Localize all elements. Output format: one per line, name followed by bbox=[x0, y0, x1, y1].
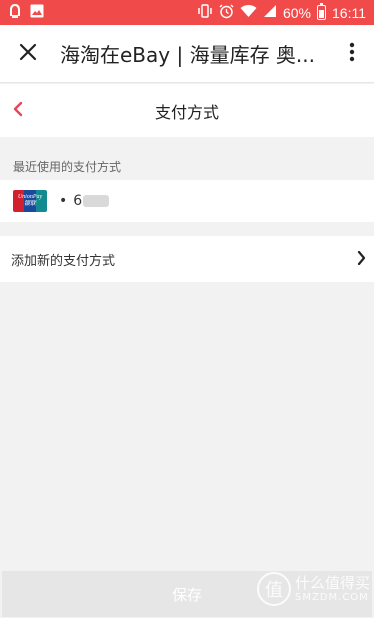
back-button[interactable] bbox=[0, 84, 36, 137]
watermark-text: 什么值得买 SMZDM.COM bbox=[295, 574, 370, 604]
vibrate-icon bbox=[197, 4, 213, 21]
alarm-icon bbox=[219, 3, 234, 22]
watermark-line1: 什么值得买 bbox=[294, 574, 370, 592]
status-left bbox=[8, 3, 44, 22]
status-bar: 60% 16:11 bbox=[0, 0, 374, 25]
close-button[interactable] bbox=[0, 25, 56, 83]
more-options-button[interactable] bbox=[330, 25, 374, 83]
app-notification-icon bbox=[8, 3, 22, 22]
status-right: 60% 16:11 bbox=[197, 3, 366, 22]
recent-section-label: 最近使用的支付方式 bbox=[13, 160, 122, 174]
battery-percent: 60% bbox=[282, 4, 311, 21]
watermark-line2: SMZDM.COM bbox=[294, 592, 369, 603]
unionpay-brand-cn: 银联 bbox=[23, 201, 36, 207]
watermark-logo-icon: 值 bbox=[256, 572, 291, 606]
image-icon bbox=[30, 4, 44, 21]
more-vert-icon bbox=[349, 42, 355, 66]
page-title: 支付方式 bbox=[154, 102, 219, 122]
unionpay-logo: UnionPay 银联 bbox=[13, 190, 47, 212]
chevron-left-icon bbox=[13, 101, 23, 121]
status-time: 16:11 bbox=[332, 4, 366, 21]
page-header: 支付方式 bbox=[0, 84, 374, 137]
unionpay-brand-text: UnionPay bbox=[17, 194, 43, 200]
add-payment-method-label: 添加新的支付方式 bbox=[11, 253, 116, 269]
card-number: 6 bbox=[73, 193, 110, 209]
close-icon bbox=[19, 43, 37, 65]
watermark: 值 什么值得买 SMZDM.COM bbox=[256, 572, 370, 606]
card-number-visible: 6 bbox=[73, 193, 83, 209]
card-bullet: • bbox=[59, 193, 68, 209]
signal-icon bbox=[263, 4, 277, 21]
recent-payment-card[interactable]: UnionPay 银联 • 6 bbox=[0, 180, 374, 222]
app-bar: 海淘在eBay | 海量库存 奥... bbox=[0, 25, 374, 83]
chevron-right-icon bbox=[357, 250, 366, 269]
card-number-masked bbox=[83, 195, 110, 207]
app-title: 海淘在eBay | 海量库存 奥... bbox=[60, 43, 315, 67]
battery-icon bbox=[317, 3, 326, 20]
wifi-icon bbox=[240, 4, 257, 21]
add-payment-method-row[interactable]: 添加新的支付方式 bbox=[0, 236, 374, 282]
